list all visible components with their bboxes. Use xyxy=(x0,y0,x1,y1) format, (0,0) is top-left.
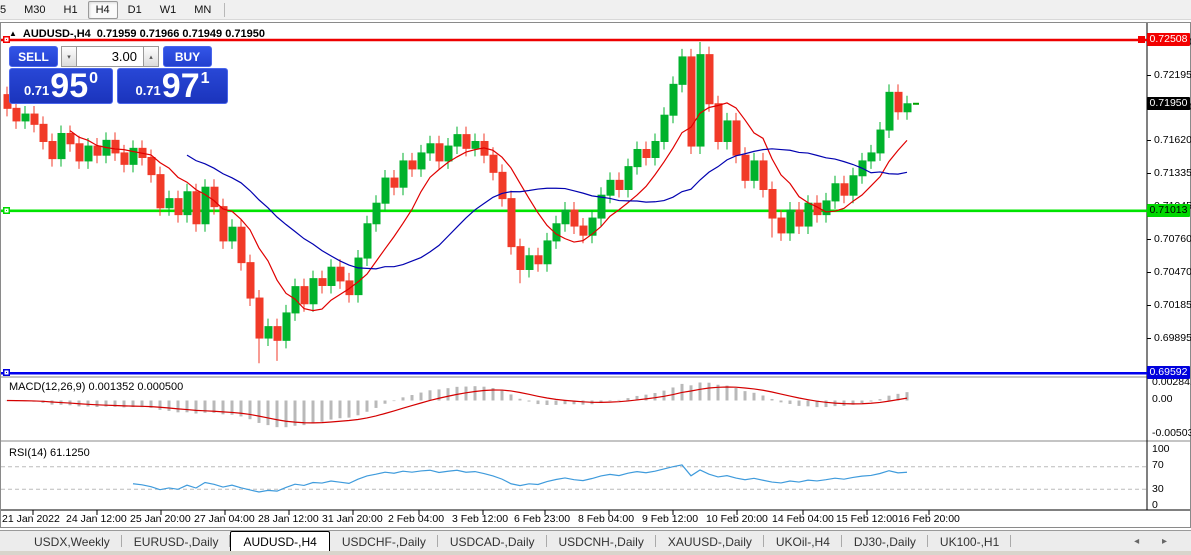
volume-decrease-button[interactable]: ▾ xyxy=(61,46,77,67)
price-tick-mark xyxy=(1147,140,1151,141)
timeframe-button-w1[interactable]: W1 xyxy=(152,1,185,19)
macd-axis-label: -0.005032 xyxy=(1152,428,1191,439)
macd-axis-label: 0.002841 xyxy=(1152,377,1191,388)
price-tick-mark xyxy=(1147,272,1151,273)
buy-price-display[interactable]: 0.71 97 1 xyxy=(117,68,228,104)
chart-tab-usdcad-[interactable]: USDCAD-,Daily xyxy=(438,531,547,551)
price-tick-label: 0.72195 xyxy=(1154,70,1190,81)
price-tick-mark xyxy=(1147,338,1151,339)
time-axis-label: 10 Feb 20:00 xyxy=(706,513,768,525)
time-axis-label: 27 Jan 04:00 xyxy=(194,513,255,525)
rsi-axis-label: 0 xyxy=(1152,500,1158,511)
timeframe-button-h4[interactable]: H4 xyxy=(88,1,118,19)
chart-window: ▲ AUDUSD-,H4 0.71959 0.71966 0.71949 0.7… xyxy=(0,22,1191,528)
time-axis-label: 15 Feb 12:00 xyxy=(836,513,898,525)
sell-price-prefix: 0.71 xyxy=(24,84,49,97)
chart-ohlc-values: 0.71959 0.71966 0.71949 0.71950 xyxy=(97,28,265,40)
macd-indicator-label: MACD(12,26,9) 0.001352 0.000500 xyxy=(9,381,183,393)
timeframe-button-mn[interactable]: MN xyxy=(186,1,219,19)
chart-tab-dj30-[interactable]: DJ30-,Daily xyxy=(842,531,928,551)
time-axis-label: 28 Jan 12:00 xyxy=(258,513,319,525)
price-badge: 0.69592 xyxy=(1147,366,1190,379)
time-axis-label: 3 Feb 12:00 xyxy=(452,513,508,525)
buy-button[interactable]: BUY xyxy=(163,46,212,67)
chart-symbol-period: AUDUSD-,H4 xyxy=(23,28,91,40)
hline-handle[interactable] xyxy=(3,369,10,376)
price-tick-label: 0.70470 xyxy=(1154,267,1190,278)
buy-price-pipette: 1 xyxy=(201,71,210,87)
price-tick-mark xyxy=(1147,75,1151,76)
rsi-axis-label: 30 xyxy=(1152,484,1164,495)
price-tick-mark xyxy=(1147,173,1151,174)
chart-tab-eurusd-[interactable]: EURUSD-,Daily xyxy=(122,531,231,551)
status-strip xyxy=(0,551,1191,555)
buy-price-prefix: 0.71 xyxy=(135,84,160,97)
rsi-line xyxy=(133,465,907,492)
mt-terminal: { "toolbar": { "timeframes": [ {"label":… xyxy=(0,0,1191,555)
time-axis-label: 31 Jan 20:00 xyxy=(322,513,383,525)
timeframe-button-h1[interactable]: H1 xyxy=(56,1,86,19)
timeframe-button-m30[interactable]: M30 xyxy=(16,1,53,19)
price-tick-label: 0.71620 xyxy=(1154,135,1190,146)
chart-tab-usdx[interactable]: USDX,Weekly xyxy=(22,531,122,551)
chart-tab-xauusd-[interactable]: XAUUSD-,Daily xyxy=(656,531,764,551)
timeframe-toolbar: 5M30H1H4D1W1MN xyxy=(0,0,1191,20)
time-axis-label: 2 Feb 04:00 xyxy=(388,513,444,525)
time-axis-label: 8 Feb 04:00 xyxy=(578,513,634,525)
toolbar-separator xyxy=(224,3,225,17)
price-badge: 0.71013 xyxy=(1147,204,1190,217)
chart-tab-ukoil-[interactable]: UKOil-,H4 xyxy=(764,531,842,551)
sell-price-big-digits: 95 xyxy=(50,73,88,101)
price-tick-mark xyxy=(1147,239,1151,240)
chart-title: ▲ AUDUSD-,H4 0.71959 0.71966 0.71949 0.7… xyxy=(9,28,265,40)
price-badge: 0.71950 xyxy=(1147,97,1190,110)
rsi-axis-label: 100 xyxy=(1152,444,1170,455)
price-tick-mark xyxy=(1147,305,1151,306)
macd-axis-label: 0.00 xyxy=(1152,394,1172,405)
volume-stepper: ▾ 3.00 ▴ xyxy=(61,46,159,67)
chart-tabs-bar: USDX,WeeklyEURUSD-,DailyAUDUSD-,H4USDCHF… xyxy=(0,530,1191,551)
hline-handle[interactable] xyxy=(1138,36,1145,43)
volume-increase-button[interactable]: ▴ xyxy=(143,46,159,67)
price-badge: 0.72508 xyxy=(1147,33,1190,46)
buy-price-big-digits: 97 xyxy=(162,73,200,101)
time-axis-label: 6 Feb 23:00 xyxy=(514,513,570,525)
one-click-toggle-icon[interactable]: ▲ xyxy=(9,29,17,38)
price-tick-label: 0.71335 xyxy=(1154,168,1190,179)
timeframe-button-d1[interactable]: D1 xyxy=(120,1,150,19)
volume-input[interactable]: 3.00 xyxy=(77,46,143,67)
time-axis-label: 14 Feb 04:00 xyxy=(772,513,834,525)
chart-tab-uk100-[interactable]: UK100-,H1 xyxy=(928,531,1011,551)
time-axis-label: 24 Jan 12:00 xyxy=(66,513,127,525)
timeframe-button-5[interactable]: 5 xyxy=(0,1,14,19)
price-tick-label: 0.70185 xyxy=(1154,300,1190,311)
rsi-axis-label: 70 xyxy=(1152,460,1164,471)
rsi-indicator-label: RSI(14) 61.1250 xyxy=(9,447,90,459)
time-axis-label: 21 Jan 2022 xyxy=(2,513,60,525)
chart-tab-audusd-[interactable]: AUDUSD-,H4 xyxy=(230,531,329,551)
chart-tab-usdcnh-[interactable]: USDCNH-,Daily xyxy=(547,531,656,551)
time-axis-label: 16 Feb 20:00 xyxy=(898,513,960,525)
time-axis-label: 9 Feb 12:00 xyxy=(642,513,698,525)
sell-price-display[interactable]: 0.71 95 0 xyxy=(9,68,113,104)
chart-tab-usdchf-[interactable]: USDCHF-,Daily xyxy=(330,531,438,551)
sell-button[interactable]: SELL xyxy=(9,46,58,67)
time-axis-label: 25 Jan 20:00 xyxy=(130,513,191,525)
price-tick-label: 0.70760 xyxy=(1154,234,1190,245)
sell-price-pipette: 0 xyxy=(89,71,98,87)
price-tick-label: 0.69895 xyxy=(1154,333,1190,344)
tab-scroll-arrows[interactable]: ◂ ▸ xyxy=(1134,536,1177,547)
hline-handle[interactable] xyxy=(3,207,10,214)
one-click-trading-panel: SELL ▾ 3.00 ▴ BUY 0.71 95 0 0.71 97 1 xyxy=(9,46,228,104)
